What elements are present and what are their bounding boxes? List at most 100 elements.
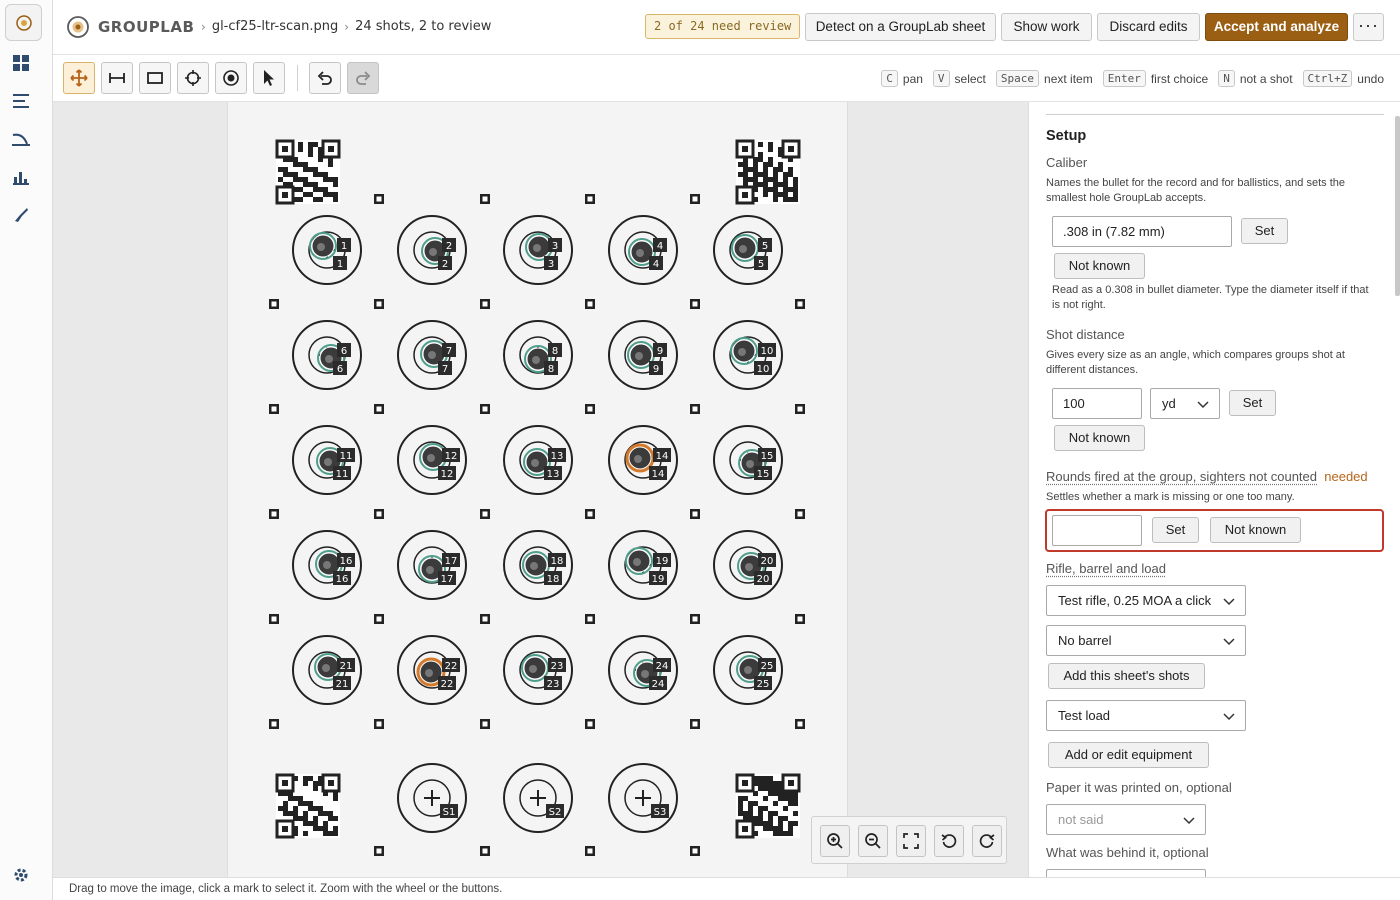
- hint-label: pan: [902, 71, 923, 86]
- target-sheet[interactable]: 1 1 2 2 3 3 4 4 5 5 6 6 7 7 8 8 9 9 10 10 11 11 12 12 13 13 14 14 15…: [227, 102, 848, 877]
- bullet-hole-center: [531, 459, 539, 467]
- sighter-target: S1: [397, 763, 467, 833]
- distance-set-button[interactable]: Set: [1229, 390, 1276, 416]
- review-badge[interactable]: 2 of 24 need review: [645, 14, 801, 39]
- target-tool-button[interactable]: [215, 62, 247, 94]
- rounds-input[interactable]: [1052, 515, 1142, 546]
- rectangle-tool-button[interactable]: [139, 62, 171, 94]
- group-target: 25 25: [713, 635, 783, 705]
- distance-unit-select[interactable]: yd: [1150, 388, 1220, 419]
- caliber-not-known-button[interactable]: Not known: [1054, 253, 1145, 279]
- barrel-select[interactable]: No barrel: [1046, 625, 1246, 656]
- select-tool-button[interactable]: [253, 62, 285, 94]
- group-target: 22: [397, 215, 467, 285]
- shot-label: 5: [762, 241, 768, 252]
- settings-icon[interactable]: [10, 864, 32, 886]
- shot-label: 18: [551, 556, 564, 567]
- fiducial-marker: [374, 404, 384, 414]
- shot-label: 24: [656, 661, 669, 672]
- hint-first-choice: Enter first choice: [1102, 70, 1209, 87]
- bullet-hole-center: [317, 243, 325, 251]
- curve-icon[interactable]: [10, 128, 32, 150]
- caliber-note: Read as a 0.308 in bullet diameter. Type…: [1052, 284, 1369, 311]
- distance-not-known-button[interactable]: Not known: [1054, 425, 1145, 451]
- grouplab-logo-icon: [15, 14, 32, 31]
- brand[interactable]: GROUPLAB: [66, 15, 194, 39]
- list-icon[interactable]: [10, 90, 32, 112]
- discard-edits-button[interactable]: Discard edits: [1097, 13, 1200, 41]
- fiducial-marker: [795, 719, 805, 729]
- group-target: 88: [503, 320, 573, 390]
- equipment-label: Rifle, barrel and load: [1046, 561, 1166, 576]
- group-target: 44: [608, 215, 678, 285]
- shot-label: 16: [336, 574, 349, 585]
- add-shots-button[interactable]: Add this sheet's shots: [1048, 663, 1205, 689]
- breadcrumb-file[interactable]: gl-cf25-ltr-scan.png: [212, 19, 338, 34]
- fiducial-marker: [690, 846, 700, 856]
- home-button[interactable]: [5, 4, 42, 41]
- distance-input[interactable]: 100: [1052, 388, 1142, 419]
- shot-label: 8: [548, 364, 554, 375]
- fiducial-marker: [269, 719, 279, 729]
- more-menu-button[interactable]: ···: [1353, 13, 1384, 41]
- shot-label: 1: [337, 259, 343, 270]
- shot-label: 10: [761, 346, 774, 357]
- shot-label: 23: [547, 679, 560, 690]
- chevron-down-icon: [1223, 638, 1235, 646]
- sheet-drawing[interactable]: 1122334455667788991010111112121313141415…: [228, 102, 849, 877]
- fiducial-marker: [795, 614, 805, 624]
- undo-button[interactable]: [309, 62, 341, 94]
- rifle-icon[interactable]: [10, 204, 32, 226]
- fiducial-marker: [690, 614, 700, 624]
- paper-label: Paper it was printed on, optional: [1046, 780, 1232, 795]
- redo-button[interactable]: [347, 62, 379, 94]
- load-select[interactable]: Test load: [1046, 700, 1246, 731]
- rotate-left-button[interactable]: [934, 825, 964, 857]
- crosshair-tool-button[interactable]: [177, 62, 209, 94]
- shot-label: 3: [552, 241, 558, 252]
- hint-label: first choice: [1150, 71, 1209, 86]
- caliber-input[interactable]: .308 in (7.82 mm): [1052, 216, 1232, 247]
- paper-select[interactable]: not said: [1046, 804, 1206, 835]
- detect-button[interactable]: Detect on a GroupLab sheet: [805, 13, 996, 41]
- edit-equipment-button[interactable]: Add or edit equipment: [1048, 742, 1209, 768]
- rounds-description: Settles whether a mark is missing or one…: [1046, 491, 1295, 503]
- brand-name: GROUPLAB: [98, 18, 195, 36]
- image-canvas[interactable]: 1 1 2 2 3 3 4 4 5 5 6 6 7 7 8 8 9 9 10 10 11 11 12 12 13 13 14 14 15…: [53, 102, 1028, 877]
- hint-not-shot: Nnot a shot: [1218, 70, 1293, 87]
- measure-tool-button[interactable]: [101, 62, 133, 94]
- pan-tool-button[interactable]: [63, 62, 95, 94]
- fiducial-marker: [585, 846, 595, 856]
- panel-scrollbar[interactable]: [1395, 116, 1400, 296]
- rotate-right-button[interactable]: [972, 825, 1002, 857]
- zoom-in-button[interactable]: [820, 825, 850, 857]
- zoom-out-button[interactable]: [858, 825, 888, 857]
- show-work-button[interactable]: Show work: [1001, 13, 1092, 41]
- redo-icon: [356, 71, 371, 85]
- qr-code: [275, 773, 341, 839]
- chevron-down-icon: [1183, 817, 1195, 825]
- fit-button[interactable]: [896, 825, 926, 857]
- group-target: 24 24: [608, 635, 678, 705]
- rifle-select[interactable]: Test rifle, 0.25 MOA a click: [1046, 585, 1246, 616]
- bullet-hole-center: [427, 454, 435, 462]
- caliber-set-button[interactable]: Set: [1241, 218, 1288, 244]
- fiducial-marker: [585, 404, 595, 414]
- rounds-not-known-button[interactable]: Not known: [1210, 517, 1301, 543]
- behind-label: What was behind it, optional: [1046, 845, 1209, 860]
- shot-label: 13: [547, 469, 560, 480]
- rounds-set-button[interactable]: Set: [1152, 517, 1199, 543]
- dashboard-icon[interactable]: [10, 52, 32, 74]
- shot-label: 6: [337, 364, 343, 375]
- fiducial-marker: [795, 299, 805, 309]
- group-target: 11: [292, 215, 362, 285]
- target-icon: [223, 70, 239, 86]
- fiducial-marker: [690, 719, 700, 729]
- bullet-hole-center: [744, 666, 752, 674]
- shot-label: 2: [442, 259, 448, 270]
- chart-icon[interactable]: [10, 166, 32, 188]
- fiducial-marker: [585, 299, 595, 309]
- behind-select[interactable]: [1046, 869, 1206, 877]
- fiducial-marker: [690, 299, 700, 309]
- accept-analyze-button[interactable]: Accept and analyze: [1205, 13, 1348, 41]
